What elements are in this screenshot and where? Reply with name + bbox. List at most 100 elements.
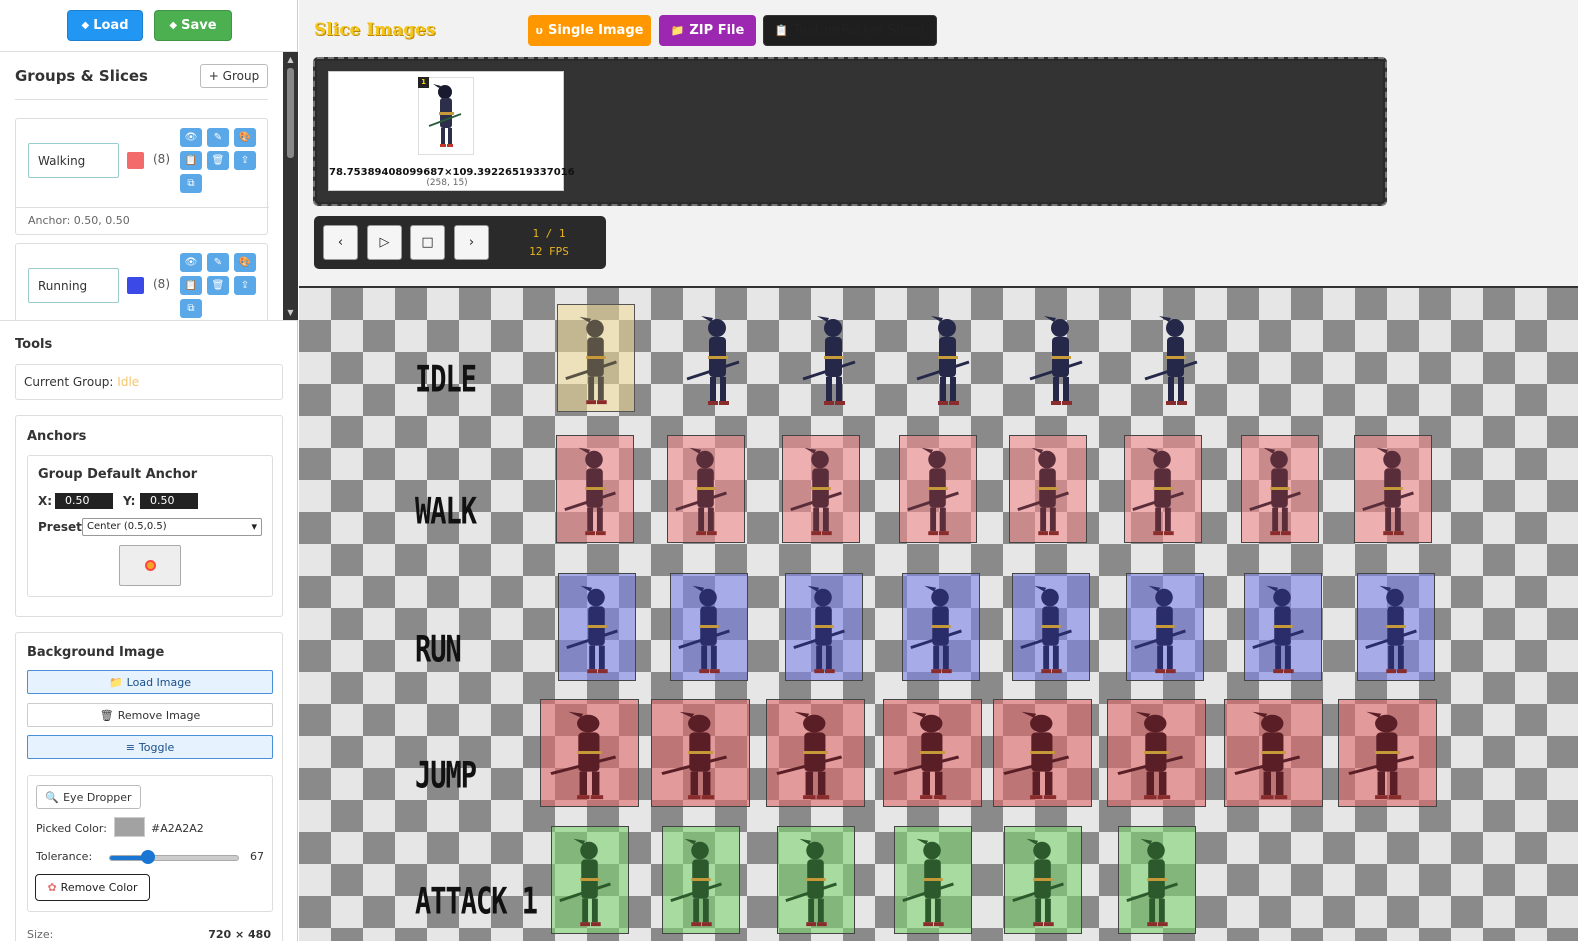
group-color-swatch[interactable] [127, 152, 144, 169]
remove-image-button[interactable]: 🗑 Remove Image [27, 703, 273, 727]
sprite-slice[interactable] [782, 435, 860, 543]
flower-icon: ✿ [47, 881, 57, 894]
current-group-label: Current Group: [24, 375, 114, 389]
sprite-slice[interactable] [1354, 435, 1432, 543]
sprite-slice[interactable] [1012, 573, 1090, 681]
export-icon[interactable]: ⇪ [234, 151, 256, 170]
group-name-input[interactable]: Running [28, 268, 119, 303]
scroll-thumb[interactable] [287, 68, 294, 158]
sprite-slice[interactable] [679, 304, 757, 412]
prev-frame-button[interactable]: ‹ [323, 225, 358, 260]
tolerance-value: 67 [250, 850, 264, 863]
eye-icon[interactable]: 👁 [180, 128, 202, 147]
group-card-walking[interactable]: Walking (8) 👁 ✎ 🎨 📋 🗑 ⇪ ⧉ Anchor: 0.50, … [15, 118, 269, 235]
scroll-up-icon[interactable]: ▲ [286, 55, 295, 64]
sprite-slice[interactable] [1022, 304, 1100, 412]
sprite-slice[interactable] [1338, 699, 1437, 807]
sprite-slice[interactable] [1124, 435, 1202, 543]
scroll-down-icon[interactable]: ▼ [286, 308, 295, 317]
sprite-slice[interactable] [1224, 699, 1323, 807]
sprite-slice[interactable] [1126, 573, 1204, 681]
sprite-slice[interactable] [909, 304, 987, 412]
duplicate-icon[interactable]: ⧉ [180, 299, 202, 318]
anchor-picker[interactable] [119, 545, 181, 586]
group-name-input[interactable]: Walking [28, 143, 119, 178]
trash-icon[interactable]: 🗑 [207, 276, 229, 295]
tab-zip-file[interactable]: 📁 ZIP File [659, 15, 756, 46]
sprite-slice[interactable] [556, 435, 634, 543]
export-icon[interactable]: ⇪ [234, 276, 256, 295]
add-group-button[interactable]: + Group [200, 63, 268, 88]
tab-single-image[interactable]: υ Single Image [528, 15, 651, 46]
stop-button[interactable]: □ [410, 225, 445, 260]
animation-player: ‹ ▷ □ › 1 / 1 12 FPS [314, 216, 606, 269]
eye-dropper-button[interactable]: 🔍 Eye Dropper [36, 785, 141, 809]
slice-thumbnail[interactable]: 1 78.75389408099687×109.39226519337016 (… [328, 71, 575, 191]
sprite-slice[interactable] [1107, 699, 1206, 807]
sprite-slice[interactable] [993, 699, 1092, 807]
group-color-swatch[interactable] [127, 277, 144, 294]
tab-texturepacker[interactable]: 📋 TexturePacker Sheet [763, 15, 937, 46]
tolerance-slider[interactable] [109, 850, 239, 864]
sprite-slice[interactable] [899, 435, 977, 543]
sprite-slice[interactable] [670, 573, 748, 681]
sprite-slice[interactable] [795, 304, 873, 412]
top-toolbar: ◆ Load ◆ Save [0, 0, 297, 52]
sprite-slice[interactable] [1137, 304, 1215, 412]
sprite-slice[interactable] [1009, 435, 1087, 543]
save-button[interactable]: ◆ Save [154, 10, 232, 41]
pencil-icon[interactable]: ✎ [207, 128, 229, 147]
sprite-slice[interactable] [883, 699, 982, 807]
magnifier-icon: 🔍 [45, 790, 60, 804]
anchor-y-input[interactable]: 0.50 [140, 493, 198, 509]
sprite-slice[interactable] [766, 699, 865, 807]
preset-label: Preset: [38, 520, 87, 534]
sprite-sheet-canvas[interactable]: IDLE WALK RUN JUMP ATTACK 1 [299, 286, 1578, 941]
groups-scrollbar[interactable]: ▲ ▼ [283, 52, 298, 320]
load-icon: ◆ [81, 20, 90, 31]
sprite-slice[interactable] [558, 573, 636, 681]
remove-color-button[interactable]: ✿ Remove Color [35, 874, 150, 901]
tolerance-label: Tolerance: [36, 850, 93, 863]
next-frame-button[interactable]: › [454, 225, 489, 260]
trash-icon[interactable]: 🗑 [207, 151, 229, 170]
eye-icon[interactable]: 👁 [180, 253, 202, 272]
size-value: 720 × 480 [208, 928, 271, 941]
sprite-slice[interactable] [902, 573, 980, 681]
sprite-slice[interactable] [1357, 573, 1435, 681]
sprite-slice[interactable] [667, 435, 745, 543]
toggle-button[interactable]: ≡ Toggle [27, 735, 273, 759]
sprite-slice[interactable] [777, 826, 855, 934]
groups-header: Groups & Slices + Group [15, 52, 268, 100]
sprite-slice[interactable] [662, 826, 740, 934]
sprite-slice[interactable] [1241, 435, 1319, 543]
tolerance-thumb[interactable] [141, 850, 155, 864]
sprite-slice[interactable] [651, 699, 750, 807]
groups-panel: Groups & Slices + Group Walking (8) 👁 ✎ … [0, 52, 298, 320]
sprite-slice[interactable] [540, 699, 639, 807]
clipboard-icon[interactable]: 📋 [180, 151, 202, 170]
toggle-label: Toggle [138, 740, 175, 754]
load-button[interactable]: ◆ Load [67, 10, 143, 41]
page-title: Slice Images [314, 20, 436, 40]
group-card-running[interactable]: Running (8) 👁 ✎ 🎨 📋 🗑 ⇪ ⧉ [15, 243, 268, 320]
sprite-slice[interactable] [1118, 826, 1196, 934]
current-group: Current Group: Idle [15, 364, 283, 400]
sprite-slice[interactable] [894, 826, 972, 934]
menu-icon: ≡ [125, 740, 135, 754]
pencil-icon[interactable]: ✎ [207, 253, 229, 272]
palette-icon[interactable]: 🎨 [234, 253, 256, 272]
sprite-slice[interactable] [551, 826, 629, 934]
sprite-slice[interactable] [557, 304, 635, 412]
load-image-button[interactable]: 📁 Load Image [27, 670, 273, 694]
sprite-slice[interactable] [1004, 826, 1082, 934]
preset-select[interactable]: Center (0.5,0.5) [82, 518, 262, 536]
play-button[interactable]: ▷ [367, 225, 402, 260]
sprite-slice[interactable] [785, 573, 863, 681]
palette-icon[interactable]: 🎨 [234, 128, 256, 147]
duplicate-icon[interactable]: ⧉ [180, 174, 202, 193]
clipboard-icon[interactable]: 📋 [180, 276, 202, 295]
anchor-x-input[interactable]: 0.50 [55, 493, 113, 509]
chevron-left-icon: ‹ [337, 235, 344, 250]
sprite-slice[interactable] [1244, 573, 1322, 681]
